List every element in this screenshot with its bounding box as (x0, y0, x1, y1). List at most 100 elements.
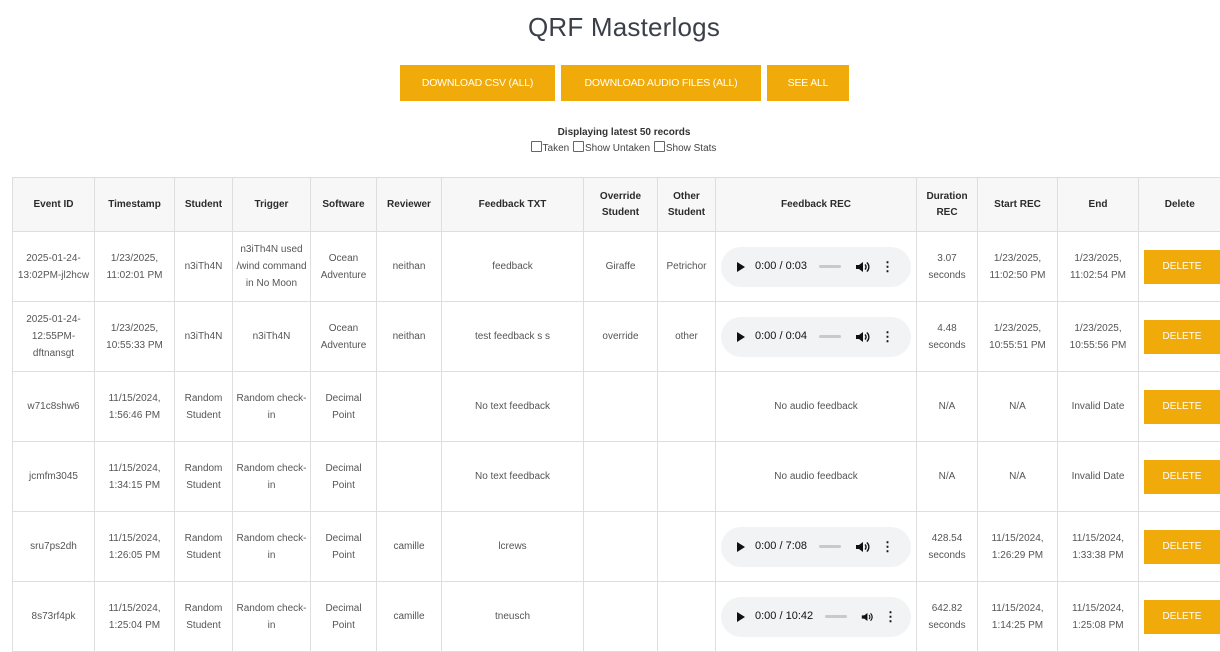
audio-time: 0:00 / 10:42 (755, 608, 813, 625)
cell-timestamp: 11/15/2024, 1:34:15 PM (95, 442, 175, 512)
cell-delete: DELETE (1139, 302, 1220, 372)
cell-student: n3iTh4N (175, 232, 233, 302)
cell-feedback-txt: lcrews (442, 512, 584, 582)
toolbar: DOWNLOAD CSV (ALL) DOWNLOAD AUDIO FILES … (400, 65, 849, 101)
cell-student: Random Student (175, 372, 233, 442)
header-other-student: Other Student (658, 178, 716, 232)
show-stats-checkbox[interactable] (654, 141, 665, 152)
delete-button[interactable]: DELETE (1144, 390, 1220, 424)
cell-reviewer (377, 442, 442, 512)
delete-button[interactable]: DELETE (1144, 530, 1220, 564)
cell-student: Random Student (175, 442, 233, 512)
cell-reviewer: camille (377, 512, 442, 582)
audio-time: 0:00 / 7:08 (755, 538, 807, 555)
volume-icon[interactable] (855, 331, 871, 343)
cell-override-student: override (584, 302, 658, 372)
audio-time: 0:00 / 0:04 (755, 328, 807, 345)
cell-trigger: n3iTh4N used /wind command in No Moon (233, 232, 311, 302)
cell-feedback-rec: No audio feedback (716, 372, 917, 442)
header-duration-rec: Duration REC (917, 178, 978, 232)
cell-feedback-rec: 0:00 / 7:08 ⋮ (716, 512, 917, 582)
cell-delete: DELETE (1139, 512, 1220, 582)
cell-event-id: jcmfm3045 (13, 442, 95, 512)
download-audio-button[interactable]: DOWNLOAD AUDIO FILES (ALL) (561, 65, 761, 101)
cell-start: 11/15/2024, 1:26:29 PM (978, 512, 1058, 582)
page-title: QRF Masterlogs (0, 12, 1220, 43)
header-trigger: Trigger (233, 178, 311, 232)
cell-override-student: Giraffe (584, 232, 658, 302)
header-feedback-txt: Feedback TXT (442, 178, 584, 232)
header-start-rec: Start REC (978, 178, 1058, 232)
cell-event-id: sru7ps2dh (13, 512, 95, 582)
cell-start: 11/15/2024, 1:14:25 PM (978, 582, 1058, 652)
delete-button[interactable]: DELETE (1144, 320, 1220, 354)
delete-button[interactable]: DELETE (1144, 600, 1220, 634)
delete-button[interactable]: DELETE (1144, 460, 1220, 494)
filter-checkboxes: Taken Show Untaken Show Stats (0, 141, 1220, 154)
show-untaken-checkbox[interactable] (573, 141, 584, 152)
volume-icon[interactable] (855, 261, 871, 273)
audio-time: 0:00 / 0:03 (755, 258, 807, 275)
more-options-icon[interactable]: ⋮ (881, 260, 894, 273)
cell-feedback-txt: No text feedback (442, 442, 584, 512)
cell-software: Decimal Point (311, 582, 377, 652)
cell-trigger: Random check-in (233, 512, 311, 582)
more-options-icon[interactable]: ⋮ (881, 330, 894, 343)
cell-start: N/A (978, 372, 1058, 442)
cell-feedback-rec: No audio feedback (716, 442, 917, 512)
cell-delete: DELETE (1139, 372, 1220, 442)
volume-icon[interactable] (861, 611, 874, 623)
more-options-icon[interactable]: ⋮ (884, 610, 897, 623)
cell-software: Decimal Point (311, 442, 377, 512)
more-options-icon[interactable]: ⋮ (881, 540, 894, 553)
see-all-button[interactable]: SEE ALL (767, 65, 849, 101)
audio-player[interactable]: 0:00 / 7:08 ⋮ (721, 527, 911, 567)
audio-progress-track[interactable] (825, 615, 847, 618)
header-delete: Delete (1139, 178, 1220, 232)
audio-player[interactable]: 0:00 / 0:03 ⋮ (721, 247, 911, 287)
cell-timestamp: 1/23/2025, 10:55:33 PM (95, 302, 175, 372)
cell-trigger: Random check-in (233, 582, 311, 652)
audio-progress-track[interactable] (819, 335, 841, 338)
play-icon[interactable] (737, 542, 745, 552)
cell-override-student (584, 582, 658, 652)
cell-end: Invalid Date (1058, 372, 1139, 442)
play-icon[interactable] (737, 612, 745, 622)
cell-feedback-rec: 0:00 / 0:03 ⋮ (716, 232, 917, 302)
play-icon[interactable] (737, 262, 745, 272)
volume-icon[interactable] (855, 541, 871, 553)
audio-progress-track[interactable] (819, 265, 841, 268)
audio-progress-track[interactable] (819, 545, 841, 548)
table-row: w71c8shw611/15/2024, 1:56:46 PMRandom St… (13, 372, 1220, 442)
audio-player[interactable]: 0:00 / 10:42 ⋮ (721, 597, 911, 637)
header-reviewer: Reviewer (377, 178, 442, 232)
cell-feedback-rec: 0:00 / 0:04 ⋮ (716, 302, 917, 372)
cell-event-id: w71c8shw6 (13, 372, 95, 442)
cell-event-id: 2025-01-24-12:55PM-dftnansgt (13, 302, 95, 372)
cell-other-student (658, 442, 716, 512)
cell-feedback-txt: test feedback s s (442, 302, 584, 372)
cell-event-id: 2025-01-24-13:02PM-jl2hcw (13, 232, 95, 302)
cell-feedback-txt: tneusch (442, 582, 584, 652)
cell-override-student (584, 372, 658, 442)
cell-other-student (658, 512, 716, 582)
cell-duration: 4.48 seconds (917, 302, 978, 372)
cell-duration: N/A (917, 372, 978, 442)
download-csv-button[interactable]: DOWNLOAD CSV (ALL) (400, 65, 555, 101)
cell-delete: DELETE (1139, 442, 1220, 512)
cell-other-student: Petrichor (658, 232, 716, 302)
cell-end: 1/23/2025, 10:55:56 PM (1058, 302, 1139, 372)
table-row: 2025-01-24-12:55PM-dftnansgt1/23/2025, 1… (13, 302, 1220, 372)
header-student: Student (175, 178, 233, 232)
header-software: Software (311, 178, 377, 232)
audio-player[interactable]: 0:00 / 0:04 ⋮ (721, 317, 911, 357)
cell-end: 1/23/2025, 11:02:54 PM (1058, 232, 1139, 302)
play-icon[interactable] (737, 332, 745, 342)
delete-button[interactable]: DELETE (1144, 250, 1220, 284)
table-header-row: Event ID Timestamp Student Trigger Softw… (13, 178, 1220, 232)
cell-start: 1/23/2025, 10:55:51 PM (978, 302, 1058, 372)
taken-checkbox[interactable] (531, 141, 542, 152)
masterlogs-table: Event ID Timestamp Student Trigger Softw… (12, 177, 1220, 652)
cell-trigger: Random check-in (233, 372, 311, 442)
cell-override-student (584, 442, 658, 512)
